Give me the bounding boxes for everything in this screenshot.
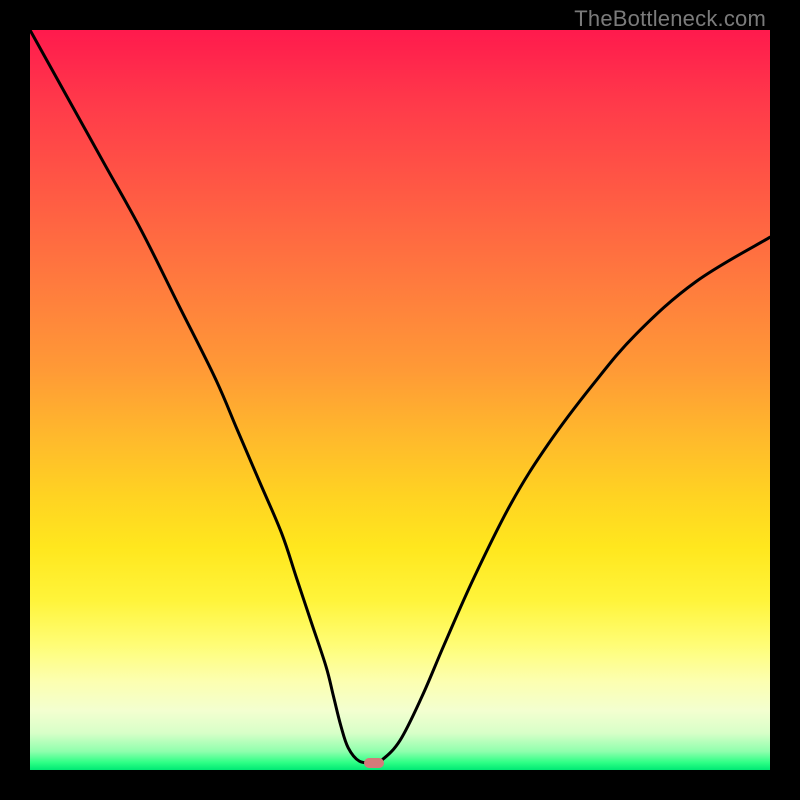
curve-svg: [30, 30, 770, 770]
optimum-marker: [364, 758, 384, 768]
bottleneck-curve: [30, 30, 770, 763]
chart-frame: TheBottleneck.com: [0, 0, 800, 800]
plot-area: [30, 30, 770, 770]
watermark-text: TheBottleneck.com: [574, 6, 766, 32]
